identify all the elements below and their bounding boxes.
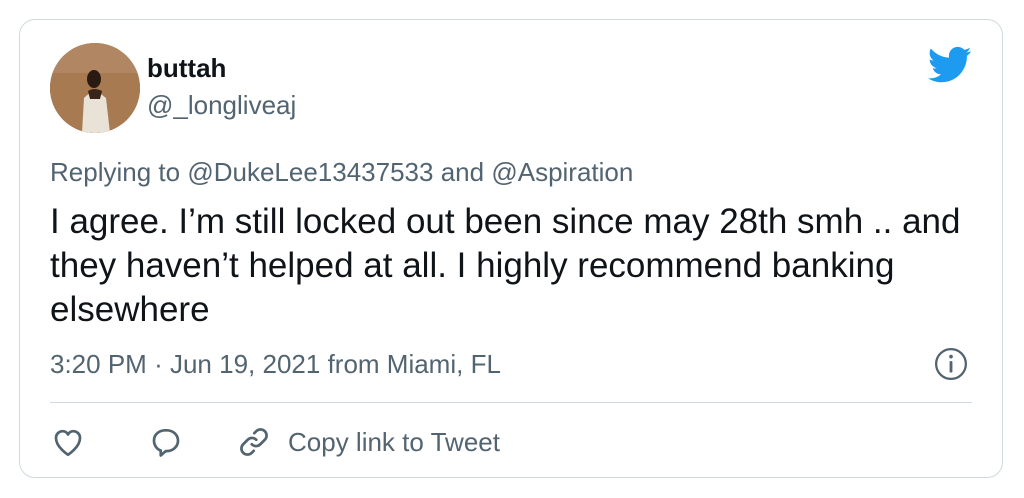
twitter-bird-icon[interactable] (928, 46, 972, 84)
avatar[interactable] (50, 43, 140, 133)
meta-separator: · (154, 349, 163, 379)
info-icon[interactable] (934, 347, 968, 381)
reply-bubble-icon[interactable] (148, 424, 184, 460)
copy-link-label: Copy link to Tweet (288, 426, 500, 457)
tweet-location: from Miami, FL (327, 349, 501, 379)
mention-link[interactable]: @DukeLee13437533 (187, 157, 433, 187)
reply-context: Replying to @DukeLee13437533 and @Aspira… (50, 156, 633, 188)
reply-joiner: and (440, 157, 485, 187)
display-name[interactable]: buttah (147, 53, 226, 83)
action-bar: Copy link to Tweet (50, 420, 500, 464)
mention-link[interactable]: @Aspiration (491, 157, 633, 187)
tweet-meta: 3:20 PM · Jun 19, 2021 from Miami, FL (50, 348, 501, 380)
copy-link-button[interactable]: Copy link to Tweet (236, 424, 500, 460)
heart-icon[interactable] (50, 424, 86, 460)
link-icon (240, 428, 268, 456)
divider (50, 402, 972, 403)
tweet-time[interactable]: 3:20 PM (50, 349, 147, 379)
reply-prefix: Replying to (50, 157, 181, 187)
user-handle[interactable]: @_longliveaj (147, 90, 296, 120)
tweet-card: buttah @_longliveaj Replying to @DukeLee… (19, 19, 1003, 478)
avatar-image (50, 43, 140, 133)
tweet-date[interactable]: Jun 19, 2021 (170, 349, 320, 379)
tweet-text: I agree. I’m still locked out been since… (50, 202, 961, 329)
